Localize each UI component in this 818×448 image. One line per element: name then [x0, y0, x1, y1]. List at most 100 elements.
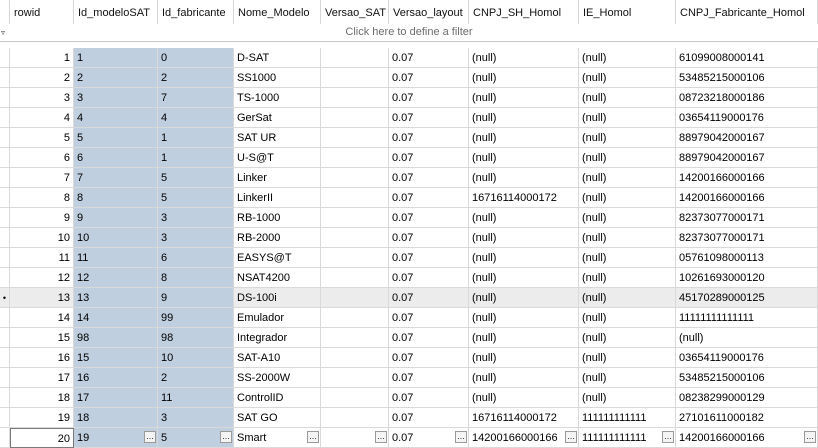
- cell-rowid[interactable]: 20: [10, 428, 74, 448]
- cell-rowid[interactable]: 18: [10, 388, 74, 408]
- filter-row[interactable]: ▿ Click here to define a filter: [0, 24, 818, 42]
- cell-nome-modelo[interactable]: SS-2000W: [234, 368, 321, 388]
- row-indicator[interactable]: [0, 148, 10, 168]
- cell-versao-layout[interactable]: 0.07: [389, 88, 469, 108]
- table-row[interactable]: 1 1 0 D-SAT 0.07 (null) (null) 61099008000141: [0, 48, 818, 68]
- cell-versao-layout[interactable]: 0.07: [389, 368, 469, 388]
- table-row[interactable]: 14 14 99 Emulador 0.07 (null) (null) 1111111111…: [0, 308, 818, 328]
- cell-versao-sat[interactable]: [321, 68, 389, 88]
- row-indicator[interactable]: [0, 188, 10, 208]
- cell-nome-modelo[interactable]: Integrador: [234, 328, 321, 348]
- cell-ie-homol[interactable]: (null): [579, 328, 676, 348]
- cell-ie-homol[interactable]: (null): [579, 228, 676, 248]
- cell-rowid[interactable]: 10: [10, 228, 74, 248]
- cell-ie-homol[interactable]: (null): [579, 88, 676, 108]
- row-indicator[interactable]: [0, 228, 10, 248]
- cell-versao-sat[interactable]: [321, 248, 389, 268]
- cell-nome-modelo[interactable]: Emulador: [234, 308, 321, 328]
- cell-id-modelo-sat[interactable]: 10: [74, 228, 158, 248]
- cell-cnpj-fabricante-homol[interactable]: 88979042000167: [676, 148, 818, 168]
- cell-id-modelo-sat[interactable]: 8: [74, 188, 158, 208]
- row-indicator[interactable]: [0, 128, 10, 148]
- cell-id-modelo-sat[interactable]: 16: [74, 368, 158, 388]
- cell-nome-modelo[interactable]: RB-1000: [234, 208, 321, 228]
- row-indicator[interactable]: [0, 168, 10, 188]
- cell-rowid[interactable]: 11: [10, 248, 74, 268]
- cell-versao-layout[interactable]: 0.07: [389, 408, 469, 428]
- ellipsis-button[interactable]: ...: [455, 431, 467, 443]
- cell-versao-sat[interactable]: [321, 148, 389, 168]
- cell-versao-sat[interactable]: [321, 368, 389, 388]
- row-indicator[interactable]: [0, 48, 10, 68]
- row-indicator[interactable]: [0, 328, 10, 348]
- cell-rowid[interactable]: 9: [10, 208, 74, 228]
- cell-id-fabricante[interactable]: 0: [158, 48, 234, 68]
- cell-versao-sat[interactable]: [321, 108, 389, 128]
- cell-id-modelo-sat[interactable]: 98: [74, 328, 158, 348]
- cell-nome-modelo[interactable]: EASYS@T: [234, 248, 321, 268]
- table-row[interactable]: • 13 13 9 DS-100i 0.07 (null) (null) 45170289000…: [0, 288, 818, 308]
- cell-nome-modelo[interactable]: RB-2000: [234, 228, 321, 248]
- ellipsis-button[interactable]: ...: [804, 431, 816, 443]
- cell-rowid[interactable]: 4: [10, 108, 74, 128]
- row-indicator[interactable]: [0, 268, 10, 288]
- cell-versao-sat[interactable]: [321, 388, 389, 408]
- cell-cnpj-sh-homol[interactable]: (null): [469, 168, 579, 188]
- row-indicator[interactable]: •: [0, 288, 10, 308]
- table-row[interactable]: 17 16 2 SS-2000W 0.07 (null) (null) 53485215000…: [0, 368, 818, 388]
- cell-rowid[interactable]: 2: [10, 68, 74, 88]
- table-row[interactable]: 11 11 6 EASYS@T 0.07 (null) (null) 057610980001…: [0, 248, 818, 268]
- cell-ie-homol[interactable]: (null): [579, 288, 676, 308]
- cell-cnpj-sh-homol[interactable]: (null): [469, 228, 579, 248]
- table-row[interactable]: 10 10 3 RB-2000 0.07 (null) (null) 823730770001…: [0, 228, 818, 248]
- column-header-versao-layout[interactable]: Versao_layout: [389, 0, 469, 24]
- cell-cnpj-sh-homol[interactable]: (null): [469, 248, 579, 268]
- cell-id-fabricante[interactable]: 5: [158, 168, 234, 188]
- cell-versao-sat[interactable]: [321, 308, 389, 328]
- cell-cnpj-fabricante-homol[interactable]: (null): [676, 328, 818, 348]
- cell-id-modelo-sat[interactable]: 15: [74, 348, 158, 368]
- data-grid[interactable]: rowid Id_modeloSAT Id_fabricante Nome_Model…: [0, 0, 818, 448]
- cell-versao-layout[interactable]: 0.07: [389, 128, 469, 148]
- column-header-id-fabricante[interactable]: Id_fabricante: [158, 0, 234, 24]
- cell-ie-homol[interactable]: (null): [579, 168, 676, 188]
- ellipsis-button[interactable]: ...: [662, 431, 674, 443]
- cell-id-fabricante[interactable]: 3: [158, 208, 234, 228]
- cell-id-modelo-sat[interactable]: 3: [74, 88, 158, 108]
- cell-versao-layout[interactable]: 0.07: [389, 248, 469, 268]
- cell-cnpj-sh-homol[interactable]: 16716114000172: [469, 188, 579, 208]
- cell-id-fabricante[interactable]: 7: [158, 88, 234, 108]
- cell-cnpj-sh-homol[interactable]: (null): [469, 368, 579, 388]
- cell-nome-modelo[interactable]: U-S@T: [234, 148, 321, 168]
- cell-id-modelo-sat[interactable]: 18: [74, 408, 158, 428]
- cell-versao-layout[interactable]: 0.07: [389, 268, 469, 288]
- cell-id-modelo-sat[interactable]: 11: [74, 248, 158, 268]
- cell-id-fabricante[interactable]: 10: [158, 348, 234, 368]
- row-indicator[interactable]: [0, 88, 10, 108]
- cell-versao-layout[interactable]: 0.07: [389, 48, 469, 68]
- ellipsis-button[interactable]: ...: [144, 431, 156, 443]
- cell-ie-homol[interactable]: (null): [579, 368, 676, 388]
- cell-nome-modelo[interactable]: TS-1000: [234, 88, 321, 108]
- ellipsis-button[interactable]: ...: [565, 431, 577, 443]
- cell-cnpj-sh-homol[interactable]: (null): [469, 328, 579, 348]
- cell-rowid[interactable]: 12: [10, 268, 74, 288]
- cell-rowid[interactable]: 8: [10, 188, 74, 208]
- cell-versao-sat[interactable]: [321, 268, 389, 288]
- table-row[interactable]: 5 5 1 SAT UR 0.07 (null) (null) 88979042000167: [0, 128, 818, 148]
- cell-nome-modelo[interactable]: GerSat: [234, 108, 321, 128]
- row-indicator[interactable]: [0, 428, 10, 448]
- column-header-nome-modelo[interactable]: Nome_Modelo: [234, 0, 321, 24]
- cell-ie-homol[interactable]: 111111111111: [579, 408, 676, 428]
- cell-ie-homol[interactable]: (null): [579, 108, 676, 128]
- cell-versao-sat[interactable]: [321, 168, 389, 188]
- cell-nome-modelo[interactable]: D-SAT: [234, 48, 321, 68]
- cell-id-fabricante[interactable]: 9: [158, 288, 234, 308]
- cell-cnpj-fabricante-homol[interactable]: 53485215000106: [676, 368, 818, 388]
- row-indicator[interactable]: [0, 388, 10, 408]
- cell-ie-homol[interactable]: (null): [579, 48, 676, 68]
- cell-cnpj-fabricante-homol[interactable]: 82373077000171: [676, 208, 818, 228]
- cell-rowid[interactable]: 19: [10, 408, 74, 428]
- table-row[interactable]: 4 4 4 GerSat 0.07 (null) (null) 03654119000176: [0, 108, 818, 128]
- cell-id-fabricante[interactable]: 11: [158, 388, 234, 408]
